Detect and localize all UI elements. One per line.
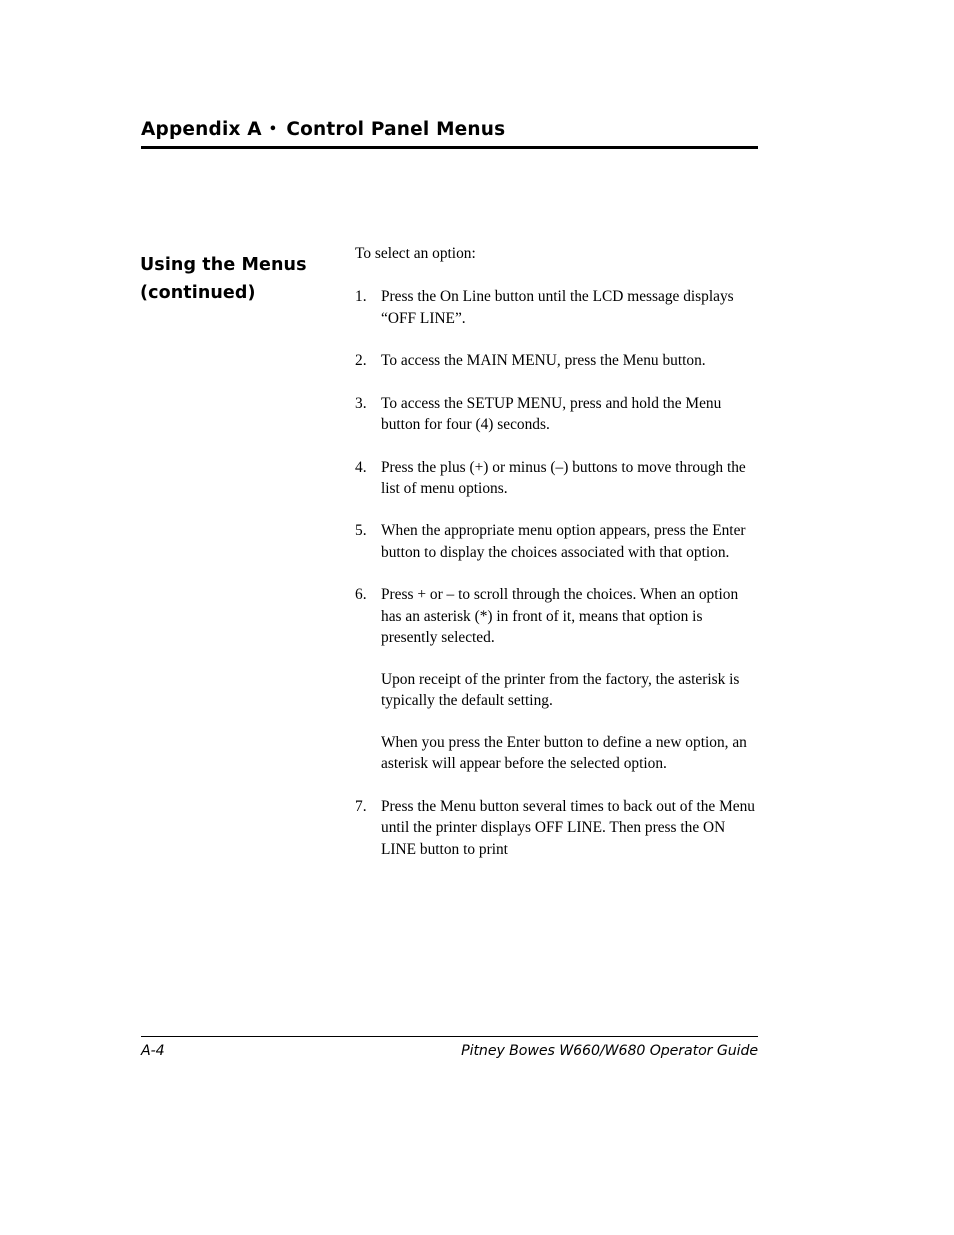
- list-item: 7. Press the Menu button several times t…: [355, 796, 760, 860]
- header-rule: [141, 146, 758, 149]
- list-item: 2. To access the MAIN MENU, press the Me…: [355, 350, 760, 371]
- section-heading-line-2: (continued): [140, 283, 256, 304]
- header-appendix-label: Appendix A: [141, 119, 262, 140]
- step-text: To access the MAIN MENU, press the Menu …: [381, 352, 706, 370]
- header-chapter-title: Control Panel Menus: [286, 119, 506, 140]
- step-sub-paragraph: Upon receipt of the printer from the fac…: [381, 670, 740, 710]
- page-footer: A-4 Pitney Bowes W660/W680 Operator Guid…: [141, 1043, 758, 1059]
- section-heading-line-1: Using the Menus: [140, 255, 307, 275]
- step-text: To access the SETUP MENU, press and hold…: [381, 394, 722, 434]
- list-item: 3. To access the SETUP MENU, press and h…: [355, 393, 760, 436]
- page-header: Appendix A • Control Panel Menus: [141, 120, 758, 139]
- step-number: 3.: [355, 394, 367, 412]
- step-number: 5.: [355, 522, 367, 540]
- document-page: Appendix A • Control Panel Menus Using the…: [0, 0, 954, 1235]
- step-sub-paragraph: When you press the Enter button to defin…: [381, 733, 747, 773]
- list-item: 6. Press + or – to scroll through the ch…: [355, 584, 760, 774]
- step-number: 1.: [355, 288, 367, 306]
- list-item: 5. When the appropriate menu option appe…: [355, 520, 760, 563]
- bullet-separator-icon: •: [268, 121, 278, 137]
- page-number: A-4: [141, 1043, 165, 1059]
- numbered-step-list: 1. Press the On Line button until the LC…: [355, 286, 760, 860]
- step-text: When the appropriate menu option appears…: [381, 522, 746, 561]
- lead-in-text: To select an option:: [355, 245, 476, 262]
- step-number: 7.: [355, 797, 367, 815]
- step-text: Press + or – to scroll through the choic…: [381, 586, 739, 647]
- step-text: Press the Menu button several times to b…: [381, 797, 756, 858]
- step-number: 6.: [355, 586, 367, 604]
- guide-title-text: Pitney Bowes W660/W680 Operator Guide: [461, 1043, 758, 1059]
- step-number: 4.: [355, 458, 367, 476]
- footer-rule: [141, 1036, 758, 1038]
- step-text: Press the plus (+) or minus (–) buttons …: [381, 458, 746, 497]
- header-title-line: Appendix A • Control Panel Menus: [141, 120, 758, 139]
- list-item: 1. Press the On Line button until the LC…: [355, 286, 760, 329]
- step-text: Press the On Line button until the LCD m…: [381, 288, 734, 327]
- step-number: 2.: [355, 352, 367, 370]
- main-text-column: To select an option: 1. Press the On Lin…: [355, 243, 760, 860]
- section-heading: Using the Menus (continued): [140, 251, 345, 308]
- list-item: 4. Press the plus (+) or minus (–) butto…: [355, 457, 760, 500]
